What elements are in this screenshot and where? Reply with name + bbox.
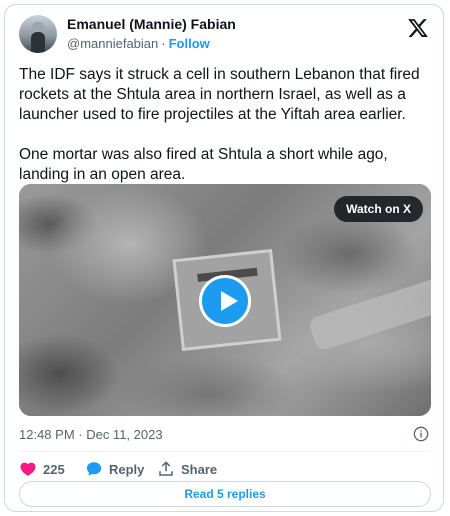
author-handle[interactable]: @manniefabian (67, 36, 158, 51)
x-logo-icon[interactable] (407, 17, 429, 39)
heart-icon (20, 462, 36, 476)
reply-label: Reply (109, 461, 145, 477)
likes-count: 225 (43, 461, 65, 477)
tweet-header: Emanuel (Mannie) Fabian @manniefabian · Fo… (19, 15, 431, 55)
share-button[interactable]: Share (157, 458, 217, 480)
tweet-paragraph-2: One mortar was also fired at Shtula a sh… (19, 146, 388, 183)
handle-row: @manniefabian · Follow (67, 36, 210, 51)
like-button[interactable]: 225 (19, 458, 65, 480)
play-icon[interactable] (199, 275, 251, 327)
tweet-card: Emanuel (Mannie) Fabian @manniefabian · Fo… (4, 4, 444, 512)
tweet-timestamp[interactable]: 12:48 PM · Dec 11, 2023 (19, 427, 163, 442)
read-replies-button[interactable]: Read 5 replies (19, 481, 431, 507)
share-icon (159, 461, 173, 476)
author-name[interactable]: Emanuel (Mannie) Fabian (67, 16, 236, 32)
avatar[interactable] (19, 15, 57, 53)
watch-on-x-button[interactable]: Watch on X (334, 196, 423, 222)
reply-button[interactable]: Reply (85, 458, 144, 480)
tweet-paragraph-1: The IDF says it struck a cell in souther… (19, 66, 420, 123)
video-media[interactable]: Watch on X (19, 184, 431, 416)
separator-dot: · (161, 36, 166, 51)
divider (19, 451, 431, 452)
action-bar: 225 Reply Share (19, 458, 431, 480)
follow-button[interactable]: Follow (169, 36, 210, 51)
share-label: Share (181, 461, 218, 477)
tweet-text: The IDF says it struck a cell in souther… (19, 65, 433, 185)
reply-bubble-icon (86, 462, 102, 476)
info-icon[interactable] (413, 426, 429, 442)
